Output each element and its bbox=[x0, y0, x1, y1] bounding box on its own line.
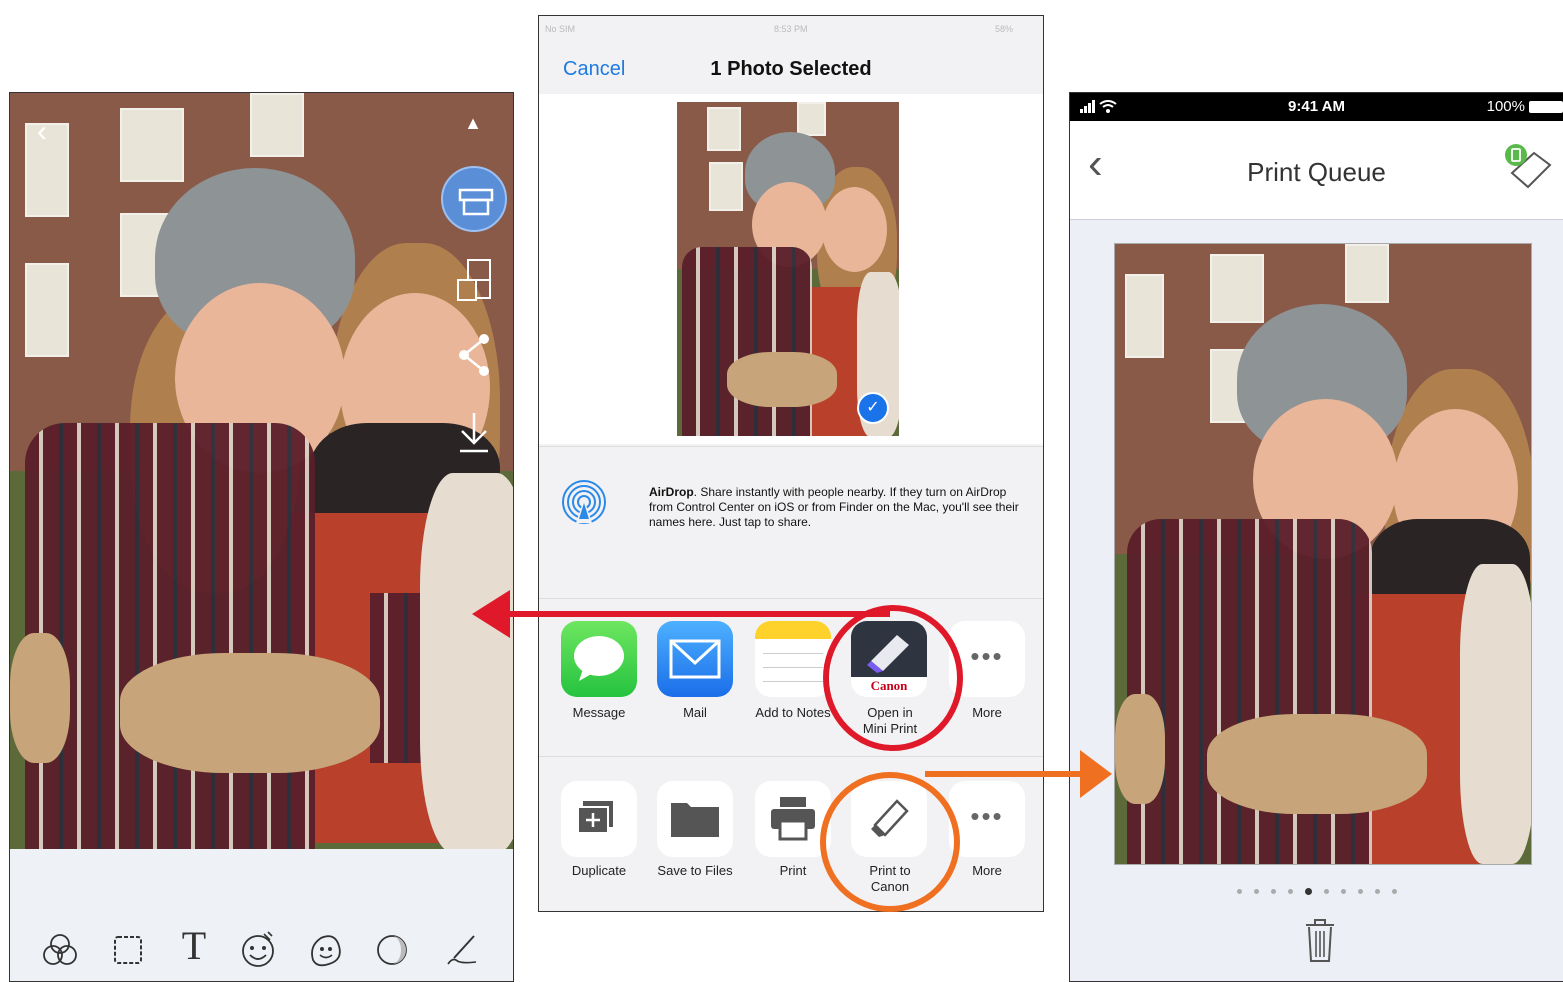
collage-icon[interactable] bbox=[456, 258, 492, 304]
sheet-title: 1 Photo Selected bbox=[710, 58, 872, 80]
print-to-canon-icon[interactable] bbox=[851, 781, 927, 857]
trash-icon[interactable] bbox=[1303, 919, 1337, 963]
app-label-open-in-mini-print: Open in Mini Print bbox=[842, 705, 938, 737]
folder-icon[interactable] bbox=[657, 781, 733, 857]
adjust-icon[interactable] bbox=[370, 930, 414, 979]
message-icon[interactable] bbox=[561, 621, 637, 697]
printer-icon bbox=[458, 188, 494, 216]
frame-icon[interactable] bbox=[106, 930, 150, 979]
share-apps-row: Message Mail Add to Notes Canon Open in … bbox=[539, 598, 1043, 757]
page-dot[interactable] bbox=[1287, 889, 1293, 895]
status-bar: No SIM 8:53 PM 58% bbox=[539, 16, 1043, 46]
airdrop-text: . Share instantly with people nearby. If… bbox=[649, 485, 1019, 529]
canon-mini-print-icon[interactable]: Canon bbox=[851, 621, 927, 697]
page-title: Print Queue bbox=[1247, 157, 1386, 187]
action-label-print: Print bbox=[779, 863, 807, 878]
draw-icon[interactable] bbox=[440, 930, 484, 979]
photo-editor-screen: ‹ ▲ bbox=[9, 92, 514, 982]
battery-label: 100% bbox=[1486, 98, 1525, 115]
photo-preview-area: ✓ bbox=[539, 94, 1043, 444]
action-label-more: More bbox=[972, 863, 1002, 878]
label-line2: Mini Print bbox=[862, 721, 918, 736]
notes-icon[interactable] bbox=[755, 621, 831, 697]
text-icon[interactable]: T bbox=[172, 922, 216, 969]
ios-share-sheet: No SIM 8:53 PM 58% Cancel 1 Photo Select… bbox=[538, 15, 1044, 912]
airdrop-icon bbox=[562, 480, 606, 524]
status-time: 8:53 PM bbox=[774, 24, 808, 34]
print-queue-screen: 9:41 AM 100% ‹ Print Queue bbox=[1069, 92, 1563, 982]
action-label-print-to-canon: Print to Canon bbox=[842, 863, 938, 895]
printer-status-icon[interactable] bbox=[1500, 143, 1556, 193]
emoji-icon[interactable] bbox=[303, 930, 347, 979]
label-line2: Canon bbox=[870, 879, 910, 894]
collapse-up-icon[interactable]: ▲ bbox=[453, 113, 493, 134]
print-button[interactable] bbox=[441, 166, 507, 232]
app-label-mail: Mail bbox=[683, 705, 707, 720]
page-dot[interactable] bbox=[1357, 889, 1363, 895]
page-dot[interactable] bbox=[1270, 889, 1276, 895]
app-label-notes: Add to Notes bbox=[755, 705, 831, 720]
back-chevron-icon[interactable]: ‹ bbox=[22, 115, 62, 149]
canon-brand-label: Canon bbox=[870, 678, 908, 693]
airdrop-description: AirDrop. Share instantly with people nea… bbox=[649, 485, 1019, 530]
selected-photo-thumbnail[interactable] bbox=[677, 102, 899, 436]
nav-bar: ‹ Print Queue bbox=[1070, 121, 1563, 220]
edit-photo bbox=[10, 93, 513, 849]
carrier-label: No SIM bbox=[545, 24, 576, 34]
action-label-duplicate: Duplicate bbox=[571, 863, 627, 878]
selected-checkmark-icon: ✓ bbox=[857, 392, 889, 424]
airdrop-title: AirDrop bbox=[649, 485, 694, 499]
share-icon[interactable] bbox=[456, 333, 492, 377]
page-dot[interactable] bbox=[1236, 889, 1242, 895]
status-bar: 9:41 AM 100% bbox=[1070, 93, 1563, 121]
label-line1: Print to bbox=[869, 863, 911, 878]
more-actions-icon[interactable]: ••• bbox=[949, 781, 1025, 857]
airdrop-section: AirDrop. Share instantly with people nea… bbox=[539, 446, 1043, 597]
more-apps-icon[interactable]: ••• bbox=[949, 621, 1025, 697]
page-dot[interactable] bbox=[1340, 889, 1346, 895]
page-indicator bbox=[1070, 883, 1563, 901]
page-dot[interactable] bbox=[1253, 889, 1259, 895]
page-dot[interactable] bbox=[1374, 889, 1380, 895]
app-label-more: More bbox=[972, 705, 1002, 720]
printer-icon[interactable] bbox=[755, 781, 831, 857]
queued-photo[interactable] bbox=[1114, 243, 1532, 865]
battery-icon bbox=[1529, 101, 1563, 113]
battery-label: 58% bbox=[994, 24, 1013, 34]
sticker-icon[interactable] bbox=[236, 930, 280, 979]
download-icon[interactable] bbox=[456, 411, 492, 455]
mail-icon[interactable] bbox=[657, 621, 733, 697]
app-label-message: Message bbox=[572, 705, 626, 720]
share-actions-row: Duplicate Save to Files Print Print to C… bbox=[539, 756, 1043, 914]
label-line1: Open in bbox=[867, 705, 913, 720]
action-label-save-to-files: Save to Files bbox=[657, 863, 733, 878]
filter-icon[interactable] bbox=[38, 930, 82, 979]
page-dot[interactable] bbox=[1391, 889, 1397, 895]
duplicate-icon[interactable] bbox=[561, 781, 637, 857]
page-dot[interactable] bbox=[1323, 889, 1329, 895]
page-dot[interactable] bbox=[1304, 888, 1312, 896]
